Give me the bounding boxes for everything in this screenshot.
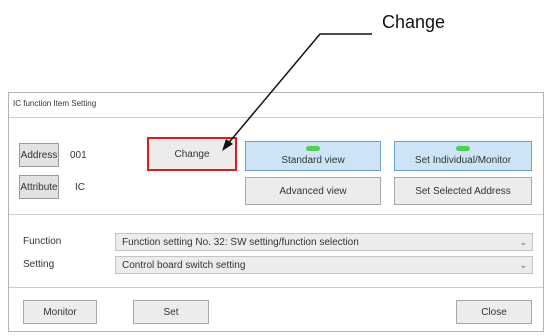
change-button[interactable]: Change [147, 137, 237, 171]
footer-separator [9, 287, 543, 288]
monitor-button[interactable]: Monitor [23, 300, 97, 324]
setting-selected-value: Control board switch setting [122, 260, 246, 271]
function-select[interactable]: Function setting No. 32: SW setting/func… [115, 233, 533, 251]
advanced-view-button[interactable]: Advanced view [245, 177, 381, 205]
set-button[interactable]: Set [133, 300, 209, 324]
close-button[interactable]: Close [456, 300, 532, 324]
status-led-icon [306, 146, 320, 151]
set-selected-address-button[interactable]: Set Selected Address [394, 177, 532, 205]
attribute-value: IC [75, 181, 85, 193]
standard-view-button[interactable]: Standard view [245, 141, 381, 171]
function-selected-value: Function setting No. 32: SW setting/func… [122, 237, 359, 248]
title-separator [9, 117, 543, 118]
setting-label: Setting [23, 259, 55, 270]
function-label: Function [23, 236, 62, 247]
section-separator [9, 214, 543, 215]
address-label: Address [19, 143, 59, 167]
callout-label: Change [382, 12, 446, 32]
status-led-icon [456, 146, 470, 151]
address-value: 001 [70, 149, 87, 161]
chevron-down-icon: ⌄ [519, 237, 527, 247]
window-title: IC function Item Setting [13, 99, 97, 108]
attribute-label: Attribute [19, 175, 59, 199]
set-individual-monitor-button[interactable]: Set Individual/Monitor [394, 141, 532, 171]
setting-select[interactable]: Control board switch setting ⌄ [115, 256, 533, 274]
chevron-down-icon: ⌄ [519, 260, 527, 270]
ic-function-item-setting-window: IC function Item Setting Address 001 Cha… [8, 92, 544, 332]
